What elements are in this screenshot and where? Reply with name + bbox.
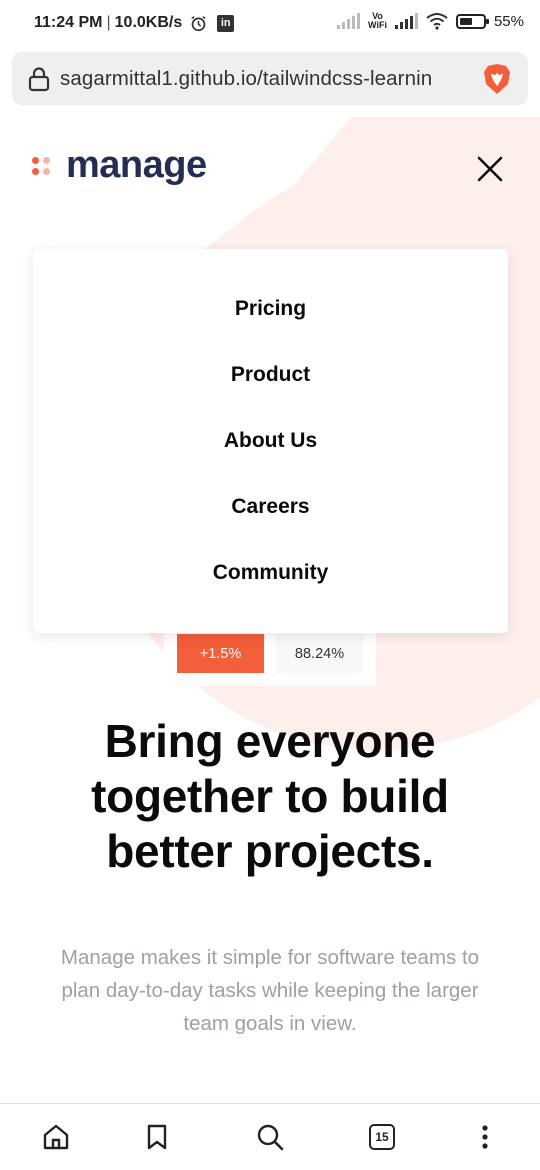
menu-item-careers[interactable]: Careers — [33, 495, 508, 519]
status-time: 11:24 PM — [34, 14, 103, 31]
signal-icon — [337, 13, 361, 29]
brave-icon[interactable] — [482, 62, 512, 96]
address-bar[interactable]: sagarmittal1.github.io/tailwindcss-learn… — [12, 52, 528, 105]
home-button[interactable] — [41, 1122, 71, 1152]
subtext-line: Manage makes it simple for software team… — [60, 946, 480, 969]
stat-change-badge: +1.5% — [177, 634, 264, 673]
volte-wifi-icon: Vo WiFi — [368, 12, 387, 30]
bookmark-icon — [147, 1124, 167, 1150]
status-speed: 10.0KB/s — [114, 14, 183, 31]
more-icon — [482, 1125, 488, 1149]
stat-percent-badge: 88.24% — [276, 634, 363, 673]
url-text[interactable]: sagarmittal1.github.io/tailwindcss-learn… — [60, 67, 472, 91]
more-button[interactable] — [470, 1122, 500, 1152]
subtext-line: plan day-to-day tasks while keeping the … — [61, 979, 479, 1002]
headline-line: better projects. — [106, 825, 434, 877]
status-right: Vo WiFi 55% — [337, 12, 524, 30]
signal-strength-icon — [394, 13, 418, 29]
menu-item-community[interactable]: Community — [33, 561, 508, 585]
tabs-icon: 15 — [369, 1124, 395, 1150]
page-viewport: manage +1.5% 88.24% Pricing Product Abou… — [0, 117, 540, 1103]
subtext-line: team goals in view. — [183, 1012, 357, 1035]
headline-line: Bring everyone — [104, 715, 436, 767]
mobile-menu: Pricing Product About Us Careers Communi… — [33, 249, 508, 633]
hero-subtext: Manage makes it simple for software team… — [30, 941, 510, 1040]
lock-icon[interactable] — [28, 66, 50, 92]
linkedin-icon: in — [217, 14, 235, 32]
battery-level: 55% — [493, 12, 524, 30]
headline-line: together to build — [91, 770, 449, 822]
home-icon — [43, 1124, 69, 1150]
tabs-button[interactable]: 15 — [367, 1122, 397, 1152]
status-separator: | — [106, 14, 111, 31]
hero-headline: Bring everyone together to build better … — [0, 714, 540, 879]
battery-icon — [455, 13, 489, 29]
search-icon — [257, 1124, 284, 1151]
alarm-icon — [191, 15, 206, 31]
menu-item-pricing[interactable]: Pricing — [33, 297, 508, 321]
site-logo[interactable]: manage — [32, 146, 207, 184]
logo-mark-icon — [32, 157, 54, 179]
bookmark-button[interactable] — [142, 1122, 172, 1152]
search-button[interactable] — [255, 1122, 285, 1152]
close-menu-button[interactable] — [476, 155, 504, 183]
menu-item-product[interactable]: Product — [33, 363, 508, 387]
wifi-icon — [426, 13, 448, 30]
volte-bottom: WiFi — [368, 20, 387, 30]
browser-bottom-nav: 15 — [0, 1103, 540, 1170]
status-left: 11:24 PM | 10.0KB/s in — [34, 14, 235, 32]
stats-card: +1.5% 88.24% — [164, 625, 376, 686]
status-bar: 11:24 PM | 10.0KB/s in Vo WiFi 55% — [0, 0, 540, 48]
logo-text: manage — [66, 144, 207, 186]
menu-item-about-us[interactable]: About Us — [33, 429, 508, 453]
